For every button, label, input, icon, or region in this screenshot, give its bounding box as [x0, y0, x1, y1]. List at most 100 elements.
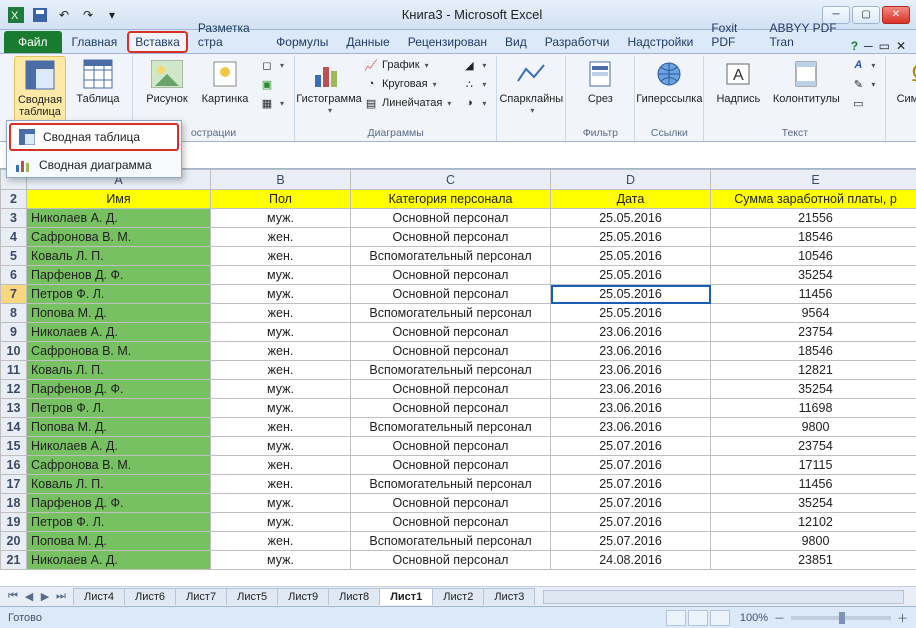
- tab-developer[interactable]: Разработчи: [537, 31, 618, 53]
- chart-bar-button[interactable]: ▤Линейчатая▾: [361, 94, 453, 112]
- cell-sum[interactable]: 9800: [711, 418, 916, 437]
- tab-addins[interactable]: Надстройки: [619, 31, 701, 53]
- chart-area-button[interactable]: ◢▾: [459, 56, 488, 74]
- save-icon[interactable]: [30, 5, 50, 25]
- chart-other-button[interactable]: ◑▾: [459, 94, 488, 112]
- cell-sum[interactable]: 23754: [711, 437, 916, 456]
- cell-date[interactable]: 25.07.2016: [551, 513, 711, 532]
- cell-sum[interactable]: 11698: [711, 399, 916, 418]
- symbols-button[interactable]: Ω Символы▾: [894, 56, 916, 119]
- page-layout-view-icon[interactable]: [688, 610, 708, 626]
- cell-cat[interactable]: Вспомогательный персонал: [351, 361, 551, 380]
- cell-date[interactable]: 23.06.2016: [551, 361, 711, 380]
- help-icon[interactable]: ?: [851, 39, 858, 53]
- sheet-tab[interactable]: Лист8: [328, 588, 380, 605]
- tab-review[interactable]: Рецензирован: [400, 31, 495, 53]
- cell-cat[interactable]: Основной персонал: [351, 456, 551, 475]
- cell-cat[interactable]: Вспомогательный персонал: [351, 247, 551, 266]
- cell-sum[interactable]: 11456: [711, 285, 916, 304]
- close-button[interactable]: ✕: [882, 6, 910, 24]
- row-head[interactable]: 9: [1, 323, 27, 342]
- tab-file[interactable]: Файл: [4, 31, 62, 53]
- row-head[interactable]: 7: [1, 285, 27, 304]
- cell-sex[interactable]: муж.: [211, 513, 351, 532]
- horizontal-scrollbar[interactable]: [543, 590, 904, 604]
- cell-date[interactable]: 25.05.2016: [551, 247, 711, 266]
- row-head[interactable]: 4: [1, 228, 27, 247]
- hyperlink-button[interactable]: Гиперссылка: [643, 56, 695, 107]
- undo-icon[interactable]: ↶: [54, 5, 74, 25]
- cell-date[interactable]: 25.05.2016: [551, 228, 711, 247]
- cell-sum[interactable]: 23754: [711, 323, 916, 342]
- screenshot-button[interactable]: ▦▾: [257, 94, 286, 112]
- cell-sum[interactable]: 23851: [711, 551, 916, 570]
- cell-sex[interactable]: муж.: [211, 399, 351, 418]
- table-button[interactable]: Таблица: [72, 56, 124, 107]
- cell-name[interactable]: Парфенов Д. Ф.: [27, 380, 211, 399]
- hdr-date[interactable]: Дата: [551, 190, 711, 209]
- cell-sex[interactable]: муж.: [211, 494, 351, 513]
- cell-cat[interactable]: Вспомогательный персонал: [351, 304, 551, 323]
- normal-view-icon[interactable]: [666, 610, 686, 626]
- cell-cat[interactable]: Основной персонал: [351, 323, 551, 342]
- cell-sum[interactable]: 17115: [711, 456, 916, 475]
- excel-icon[interactable]: X: [6, 5, 26, 25]
- chart-scatter-button[interactable]: ∴▾: [459, 75, 488, 93]
- col-B[interactable]: B: [211, 170, 351, 190]
- zoom-in-icon[interactable]: ＋: [897, 610, 908, 626]
- row-head[interactable]: 11: [1, 361, 27, 380]
- textbox-button[interactable]: A Надпись: [712, 56, 764, 107]
- cell-name[interactable]: Коваль Л. П.: [27, 247, 211, 266]
- cell-sum[interactable]: 10546: [711, 247, 916, 266]
- cell-name[interactable]: Коваль Л. П.: [27, 475, 211, 494]
- cell-name[interactable]: Парфенов Д. Ф.: [27, 494, 211, 513]
- cell-sex[interactable]: муж.: [211, 551, 351, 570]
- cell-sex[interactable]: жен.: [211, 475, 351, 494]
- cell-sum[interactable]: 18546: [711, 228, 916, 247]
- row-head[interactable]: 21: [1, 551, 27, 570]
- tab-abbyy[interactable]: ABBYY PDF Tran: [762, 17, 849, 53]
- cell-date[interactable]: 25.07.2016: [551, 494, 711, 513]
- row-head[interactable]: 15: [1, 437, 27, 456]
- row-head-2[interactable]: 2: [1, 190, 27, 209]
- tab-page-layout[interactable]: Разметка стра: [190, 17, 266, 53]
- sheet-tab[interactable]: Лист7: [175, 588, 227, 605]
- cell-sex[interactable]: жен.: [211, 418, 351, 437]
- tab-home[interactable]: Главная: [64, 31, 126, 53]
- wordart-button[interactable]: A▾: [848, 56, 877, 74]
- cell-cat[interactable]: Основной персонал: [351, 209, 551, 228]
- cell-date[interactable]: 25.07.2016: [551, 437, 711, 456]
- cell-sum[interactable]: 35254: [711, 380, 916, 399]
- cell-sex[interactable]: жен.: [211, 532, 351, 551]
- sheet-tab[interactable]: Лист5: [226, 588, 278, 605]
- row-head[interactable]: 8: [1, 304, 27, 323]
- cell-name[interactable]: Николаев А. Д.: [27, 323, 211, 342]
- tab-foxit[interactable]: Foxit PDF: [703, 17, 759, 53]
- cell-name[interactable]: Николаев А. Д.: [27, 551, 211, 570]
- headerfooter-button[interactable]: Колонтитулы: [770, 56, 842, 107]
- cell-cat[interactable]: Вспомогательный персонал: [351, 475, 551, 494]
- cell-cat[interactable]: Основной персонал: [351, 266, 551, 285]
- row-head[interactable]: 13: [1, 399, 27, 418]
- doc-restore-icon[interactable]: ▭: [879, 39, 890, 53]
- cell-date[interactable]: 25.05.2016: [551, 285, 711, 304]
- redo-icon[interactable]: ↷: [78, 5, 98, 25]
- cell-cat[interactable]: Основной персонал: [351, 399, 551, 418]
- row-head[interactable]: 16: [1, 456, 27, 475]
- cell-date[interactable]: 23.06.2016: [551, 418, 711, 437]
- worksheet-grid[interactable]: A B C D E 2 Имя Пол Категория персонала …: [0, 168, 916, 586]
- cell-date[interactable]: 25.07.2016: [551, 475, 711, 494]
- cell-cat[interactable]: Вспомогательный персонал: [351, 418, 551, 437]
- cell-name[interactable]: Петров Ф. Л.: [27, 285, 211, 304]
- picture-button[interactable]: Рисунок: [141, 56, 193, 107]
- cell-sum[interactable]: 9800: [711, 532, 916, 551]
- col-C[interactable]: C: [351, 170, 551, 190]
- cell-sum[interactable]: 12102: [711, 513, 916, 532]
- cell-cat[interactable]: Основной персонал: [351, 513, 551, 532]
- cell-sum[interactable]: 35254: [711, 266, 916, 285]
- cell-sex[interactable]: жен.: [211, 247, 351, 266]
- cell-date[interactable]: 25.07.2016: [551, 532, 711, 551]
- sheet-tab[interactable]: Лист6: [124, 588, 176, 605]
- hdr-sum[interactable]: Сумма заработной платы, р: [711, 190, 916, 209]
- cell-name[interactable]: Николаев А. Д.: [27, 437, 211, 456]
